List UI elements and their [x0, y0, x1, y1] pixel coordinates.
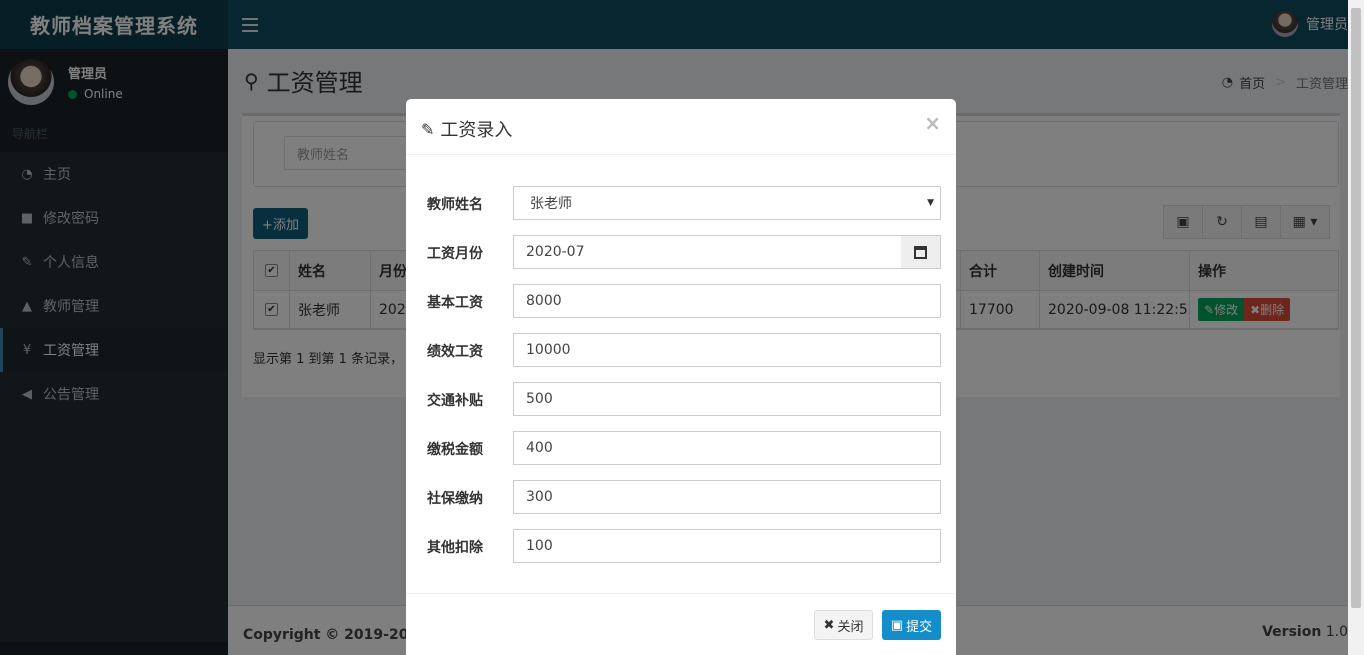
form-row-other: 其他扣除 100 — [406, 529, 956, 563]
modal-title-text: 工资录入 — [440, 120, 513, 141]
form-row-tax: 缴税金额 400 — [406, 431, 956, 465]
base-salary-input[interactable]: 8000 — [513, 284, 941, 318]
scrollbar-thumb[interactable] — [1351, 8, 1361, 608]
tax-amount-label: 缴税金额 — [427, 442, 483, 458]
edit-icon: ✎ — [421, 119, 435, 139]
page-scrollbar[interactable] — [1348, 0, 1364, 655]
other-deduction-label: 其他扣除 — [427, 540, 483, 556]
close-icon[interactable]: × — [924, 111, 941, 135]
chevron-down-icon: ▼ — [927, 198, 934, 208]
submit-button[interactable]: ▣ 提交 — [882, 610, 941, 640]
teacher-name-select[interactable]: 张老师 ▼ — [513, 186, 941, 220]
tax-amount-input[interactable]: 400 — [513, 431, 941, 465]
calendar-icon — [914, 245, 927, 259]
transport-allowance-label: 交通补贴 — [427, 393, 483, 409]
form-row-teacher: 教师姓名 张老师 ▼ — [406, 186, 956, 220]
form-row-base: 基本工资 8000 — [406, 284, 956, 318]
performance-salary-label: 绩效工资 — [427, 344, 483, 360]
other-deduction-input[interactable]: 100 — [513, 529, 941, 563]
social-security-input[interactable]: 300 — [513, 480, 941, 514]
form-row-performance: 绩效工资 10000 — [406, 333, 956, 367]
performance-salary-input[interactable]: 10000 — [513, 333, 941, 367]
base-salary-label: 基本工资 — [427, 295, 483, 311]
submit-label: 提交 — [906, 619, 933, 635]
form-row-transport: 交通补贴 500 — [406, 382, 956, 416]
salary-month-input[interactable]: 2020-07 — [513, 235, 902, 269]
social-security-label: 社保缴纳 — [427, 491, 483, 507]
transport-allowance-input[interactable]: 500 — [513, 382, 941, 416]
calendar-button[interactable] — [901, 235, 941, 269]
modal-footer: ✖ 关闭 ▣ 提交 — [406, 593, 956, 655]
form-row-social: 社保缴纳 300 — [406, 480, 956, 514]
teacher-name-label: 教师姓名 — [427, 197, 483, 213]
teacher-name-value: 张老师 — [530, 196, 572, 212]
close-label: 关闭 — [837, 619, 864, 635]
salary-entry-modal: ✎ 工资录入 × 教师姓名 张老师 ▼ 工资月份 2020-07 基本工资 8000… — [406, 99, 956, 655]
salary-month-label: 工资月份 — [427, 246, 483, 262]
modal-title: ✎ 工资录入 — [421, 116, 512, 142]
close-button[interactable]: ✖ 关闭 — [814, 610, 873, 640]
save-icon: ▣ — [890, 617, 904, 633]
modal-header: ✎ 工资录入 × — [406, 99, 956, 155]
form-row-month: 工资月份 2020-07 — [406, 235, 956, 269]
close-icon: ✖ — [823, 617, 835, 633]
